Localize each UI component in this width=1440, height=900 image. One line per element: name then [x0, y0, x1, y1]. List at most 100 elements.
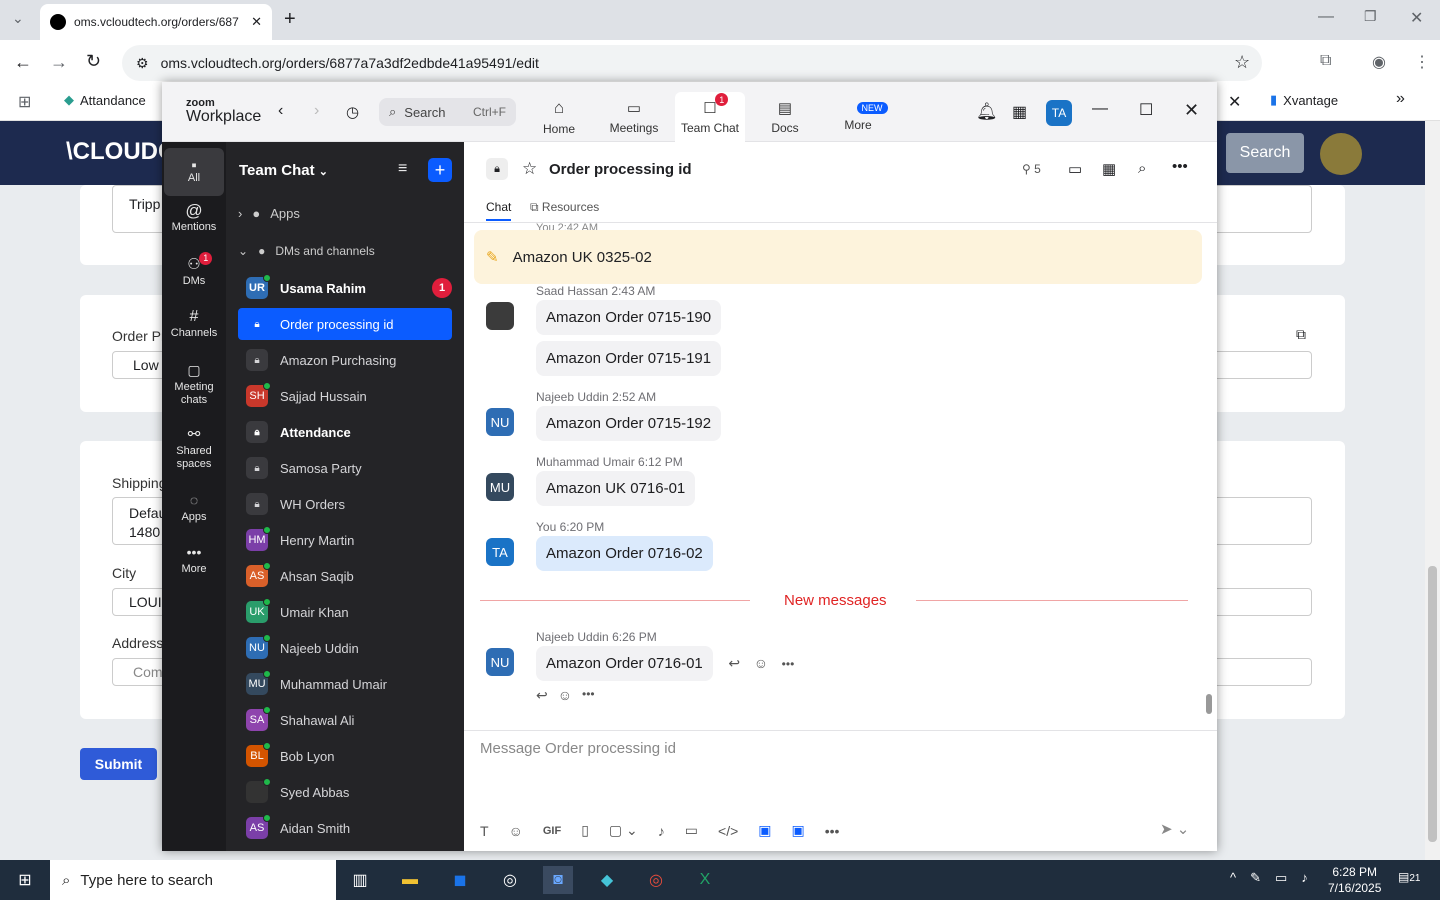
format-text-icon[interactable]: T [480, 823, 489, 839]
message-bubble[interactable]: Amazon Order 0715-192 [536, 406, 722, 441]
more-bookmarks-icon[interactable]: » [1396, 90, 1405, 108]
members-count[interactable]: ⚲ 5 [1022, 162, 1041, 176]
schedule-icon[interactable]: ▦ [1102, 160, 1116, 178]
notification-center[interactable]: ▤21 [1398, 870, 1420, 884]
bookmark-star-icon[interactable]: ☆ [1234, 52, 1250, 73]
calendar-icon[interactable]: ▦ [1012, 102, 1027, 122]
code-icon[interactable]: </> [718, 823, 738, 839]
site-info-icon[interactable]: ⚙ [136, 55, 149, 72]
copy-icon[interactable]: ⧉ [1296, 326, 1306, 343]
bookmark-xvantage[interactable]: ▮ Xvantage [1270, 92, 1338, 108]
star-icon[interactable]: ☆ [522, 159, 537, 179]
zoom-minimize-icon[interactable]: — [1092, 100, 1108, 118]
tab-chat[interactable]: Chat [486, 200, 512, 221]
reply-icon[interactable]: ↩ [536, 687, 548, 704]
tab-more[interactable]: NEW More [823, 92, 893, 142]
sidebar-item[interactable]: BL Bob Lyon [238, 740, 452, 772]
back-icon[interactable]: ← [14, 52, 32, 73]
dms-channels-section[interactable]: ⌄ ● DMs and channels [238, 244, 375, 258]
task-view-icon[interactable]: ▥ [345, 866, 375, 894]
restore-icon[interactable]: ❐ [1364, 8, 1377, 25]
zoom-maximize-icon[interactable]: ☐ [1139, 100, 1153, 120]
sidebar-item[interactable]: 🔒︎ Amazon Purchasing [238, 344, 452, 376]
tab-meetings[interactable]: ▭ Meetings [599, 92, 669, 142]
apps-section[interactable]: › ● Apps [238, 206, 300, 221]
apps-grid-icon[interactable]: ⊞ [18, 92, 31, 112]
emoji-icon[interactable]: ☺ [754, 655, 768, 671]
sidebar-item[interactable]: MU Muhammad Umair [238, 668, 452, 700]
more-icon[interactable]: ••• [582, 687, 595, 704]
sidebar-title[interactable]: Team Chat ⌄ [239, 162, 328, 179]
send-icon[interactable]: ➤ ⌄ [1160, 820, 1189, 838]
site-search-button[interactable]: Search [1226, 133, 1304, 173]
outlook-icon[interactable]: ◼ [445, 866, 475, 894]
zoom-close-icon[interactable]: ✕ [1184, 100, 1199, 121]
tab-list-icon[interactable]: ⌄ [12, 10, 24, 27]
tab-team-chat[interactable]: ☐ 1 Team Chat [675, 92, 745, 142]
pen-icon[interactable]: ✎ [1250, 870, 1261, 886]
file-explorer-icon[interactable]: ▬ [395, 866, 425, 894]
rail-dms[interactable]: ⚇ 1 DMs [164, 252, 224, 288]
close-window-icon[interactable]: ✕ [1410, 8, 1423, 28]
chrome-icon[interactable]: ◎ [495, 866, 525, 894]
tray-chevron-icon[interactable]: ^ [1230, 870, 1236, 886]
history-icon[interactable]: ◷ [346, 103, 359, 121]
volume-icon[interactable]: ♪ [1301, 870, 1308, 886]
more-icon[interactable]: ••• [782, 657, 795, 671]
message-input[interactable]: Message Order processing id [480, 740, 676, 757]
compose-button[interactable]: + [428, 158, 452, 182]
sidebar-item[interactable]: 🔒︎ WH Orders [238, 488, 452, 520]
rail-mentions[interactable]: @ Mentions [164, 202, 224, 234]
nav-forward-icon[interactable]: › [314, 102, 319, 120]
rail-all[interactable]: ▪ All [164, 148, 224, 196]
reload-icon[interactable]: ↻ [86, 51, 101, 72]
app-icon[interactable]: ▣ [792, 822, 805, 839]
message-bubble[interactable]: Amazon UK 0716-01 [536, 471, 696, 506]
message-bubble[interactable]: Amazon Order 0716-01 [536, 646, 713, 681]
video-call-icon[interactable]: ▭ [1068, 160, 1082, 178]
tab-resources[interactable]: ⧉ Resources [530, 200, 599, 215]
sidebar-item[interactable]: AS Ahsan Saqib [238, 560, 452, 592]
tab-home[interactable]: ⌂ Home [524, 92, 594, 142]
sidebar-item[interactable]: AS Aidan Smith [238, 812, 452, 844]
reply-icon[interactable]: ↩ [728, 655, 740, 671]
notifications-icon[interactable]: 🔔︎ [976, 102, 998, 122]
avatar-najeeb[interactable]: NU [486, 408, 514, 436]
sidebar-item[interactable]: SH Sajjad Hussain [238, 380, 452, 412]
more-icon[interactable]: ••• [825, 823, 840, 839]
filter-icon[interactable]: ≡ [398, 160, 407, 178]
gif-icon[interactable]: GIF [543, 825, 561, 837]
emoji-icon[interactable]: ☺ [509, 823, 523, 839]
more-options-icon[interactable]: ••• [1172, 158, 1188, 175]
avatar-saad[interactable] [486, 302, 514, 330]
avatar-najeeb[interactable]: NU [486, 648, 514, 676]
extensions-icon[interactable]: ⧉ [1320, 52, 1331, 70]
chrome-profile-icon[interactable]: ◎ [641, 866, 671, 894]
rail-shared-spaces[interactable]: ⚯ Shared spaces [164, 427, 224, 471]
new-tab-icon[interactable]: + [284, 8, 296, 31]
sidebar-item[interactable]: HM Henry Martin [238, 524, 452, 556]
profile-avatar[interactable]: TA [1046, 100, 1072, 126]
nav-back-icon[interactable]: ‹ [278, 102, 283, 120]
clock[interactable]: 6:28 PM 7/16/2025 [1328, 864, 1381, 896]
windows-start-icon[interactable]: ⊞ [10, 866, 40, 894]
search-channel-icon[interactable]: ⌕ [1138, 160, 1146, 177]
message-bubble[interactable]: Amazon Order 0715-191 [536, 341, 722, 376]
bookmark-attandance[interactable]: ◆ Attandance [64, 92, 146, 108]
rail-meeting-chats[interactable]: ▢ Meeting chats [164, 363, 224, 407]
avatar-muhammad[interactable]: MU [486, 473, 514, 501]
rail-more[interactable]: ••• More [164, 545, 224, 576]
microphone-icon[interactable]: ♪ [658, 823, 665, 839]
message-bubble[interactable]: Amazon Order 0716-02 [536, 536, 713, 571]
profile-icon[interactable]: ◉ [1372, 52, 1386, 72]
network-icon[interactable]: ▭ [1275, 870, 1287, 886]
app-icon[interactable]: ▣ [758, 822, 771, 839]
sidebar-item[interactable]: UR Usama Rahim 1 [238, 272, 452, 304]
sidebar-item[interactable]: Syed Abbas [238, 776, 452, 808]
user-avatar[interactable] [1320, 133, 1362, 175]
video-message-icon[interactable]: ▭ [685, 822, 698, 839]
pinned-message[interactable]: ✎ Amazon UK 0325-02 [474, 230, 1202, 284]
emoji-icon[interactable]: ☺ [558, 687, 572, 704]
message-bubble[interactable]: Amazon Order 0715-190 [536, 300, 722, 335]
avatar-you[interactable]: TA [486, 538, 514, 566]
